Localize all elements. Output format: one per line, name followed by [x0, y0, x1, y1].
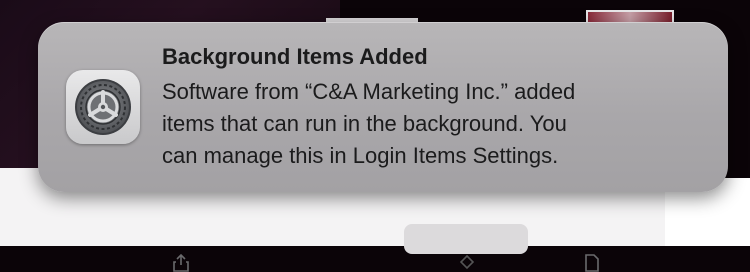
system-settings-gear-icon: [66, 70, 140, 144]
notification-body-line: Software from “C&A Marketing Inc.” added: [162, 79, 576, 104]
notification-title: Background Items Added: [162, 44, 428, 69]
notification-body: Software from “C&A Marketing Inc.” added…: [162, 76, 702, 172]
share-icon[interactable]: [172, 254, 190, 272]
notification-body-line: items that can run in the background. Yo…: [162, 111, 567, 136]
notification-body-line: can manage this in Login Items Settings.: [162, 143, 559, 168]
toolbar-button-active[interactable]: [404, 224, 528, 254]
notification-banner[interactable]: Background Items Added Software from “C&…: [38, 22, 728, 192]
document-icon[interactable]: [583, 254, 601, 272]
brush-icon[interactable]: [458, 254, 476, 272]
